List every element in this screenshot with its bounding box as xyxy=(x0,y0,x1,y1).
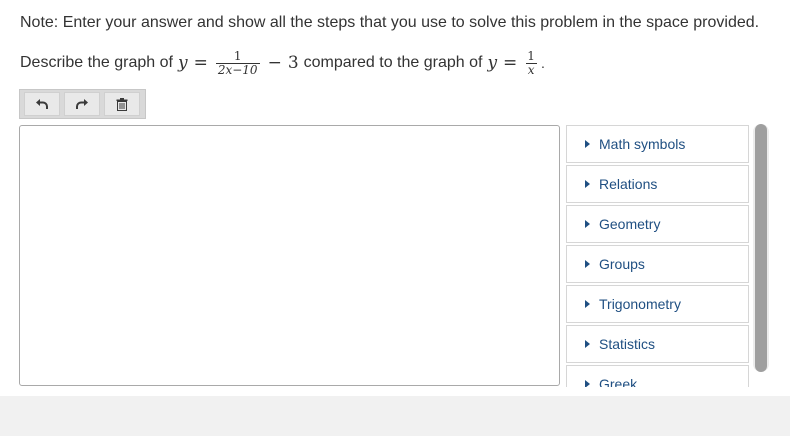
math-var-y: y xyxy=(177,53,188,73)
expand-arrow-icon xyxy=(585,140,590,148)
footer-bar xyxy=(0,396,790,436)
expand-arrow-icon xyxy=(585,220,590,228)
math-minus: − xyxy=(267,53,282,73)
expand-arrow-icon xyxy=(585,340,590,348)
palette-scrollbar[interactable] xyxy=(753,124,769,372)
trash-icon xyxy=(116,97,128,111)
palette-item-relations[interactable]: Relations xyxy=(566,165,749,203)
fraction-1-denominator: 2x−10 xyxy=(215,62,260,77)
expand-arrow-icon xyxy=(585,180,590,188)
expand-arrow-icon xyxy=(585,260,590,268)
palette-item-label: Math symbols xyxy=(599,136,686,152)
palette-item-label: Statistics xyxy=(599,336,656,352)
delete-button[interactable] xyxy=(104,92,140,116)
palette-item-statistics[interactable]: Statistics xyxy=(566,325,749,363)
math-equals: = xyxy=(503,53,518,73)
instruction-note: Note: Enter your answer and show all the… xyxy=(20,14,760,31)
fraction-2-denominator: x xyxy=(525,62,537,77)
undo-icon xyxy=(36,99,48,109)
expand-arrow-icon xyxy=(585,300,590,308)
question-prefix: Describe the graph of xyxy=(20,54,173,71)
symbol-palette: Math symbols Relations Geometry Groups T… xyxy=(566,125,749,387)
palette-item-label: Trigonometry xyxy=(599,296,681,312)
undo-button[interactable] xyxy=(24,92,60,116)
redo-icon xyxy=(76,99,88,109)
editor-toolbar xyxy=(19,89,146,119)
palette-item-groups[interactable]: Groups xyxy=(566,245,749,283)
fraction-2-numerator: 1 xyxy=(527,48,535,63)
scrollbar-thumb[interactable] xyxy=(755,124,767,372)
palette-item-label: Greek xyxy=(599,376,638,387)
math-equals: = xyxy=(193,53,208,73)
expand-arrow-icon xyxy=(585,380,590,387)
fraction-1-numerator: 1 xyxy=(233,48,242,63)
palette-item-label: Geometry xyxy=(599,216,661,232)
palette-item-math-symbols[interactable]: Math symbols xyxy=(566,125,749,163)
question-text: Describe the graph of y = 1 2x−10 − 3 co… xyxy=(20,46,545,80)
redo-button[interactable] xyxy=(64,92,100,116)
question-suffix: . xyxy=(540,55,545,71)
palette-item-geometry[interactable]: Geometry xyxy=(566,205,749,243)
math-constant: 3 xyxy=(287,53,299,73)
palette-item-greek[interactable]: Greek xyxy=(566,365,749,387)
palette-item-label: Groups xyxy=(599,256,645,272)
palette-item-label: Relations xyxy=(599,176,658,192)
answer-input[interactable] xyxy=(19,125,560,386)
math-var-y: y xyxy=(487,53,498,73)
fraction-2: 1 x xyxy=(525,48,537,77)
palette-item-trigonometry[interactable]: Trigonometry xyxy=(566,285,749,323)
fraction-1: 1 2x−10 xyxy=(215,48,260,77)
question-middle: compared to the graph of xyxy=(303,54,483,71)
